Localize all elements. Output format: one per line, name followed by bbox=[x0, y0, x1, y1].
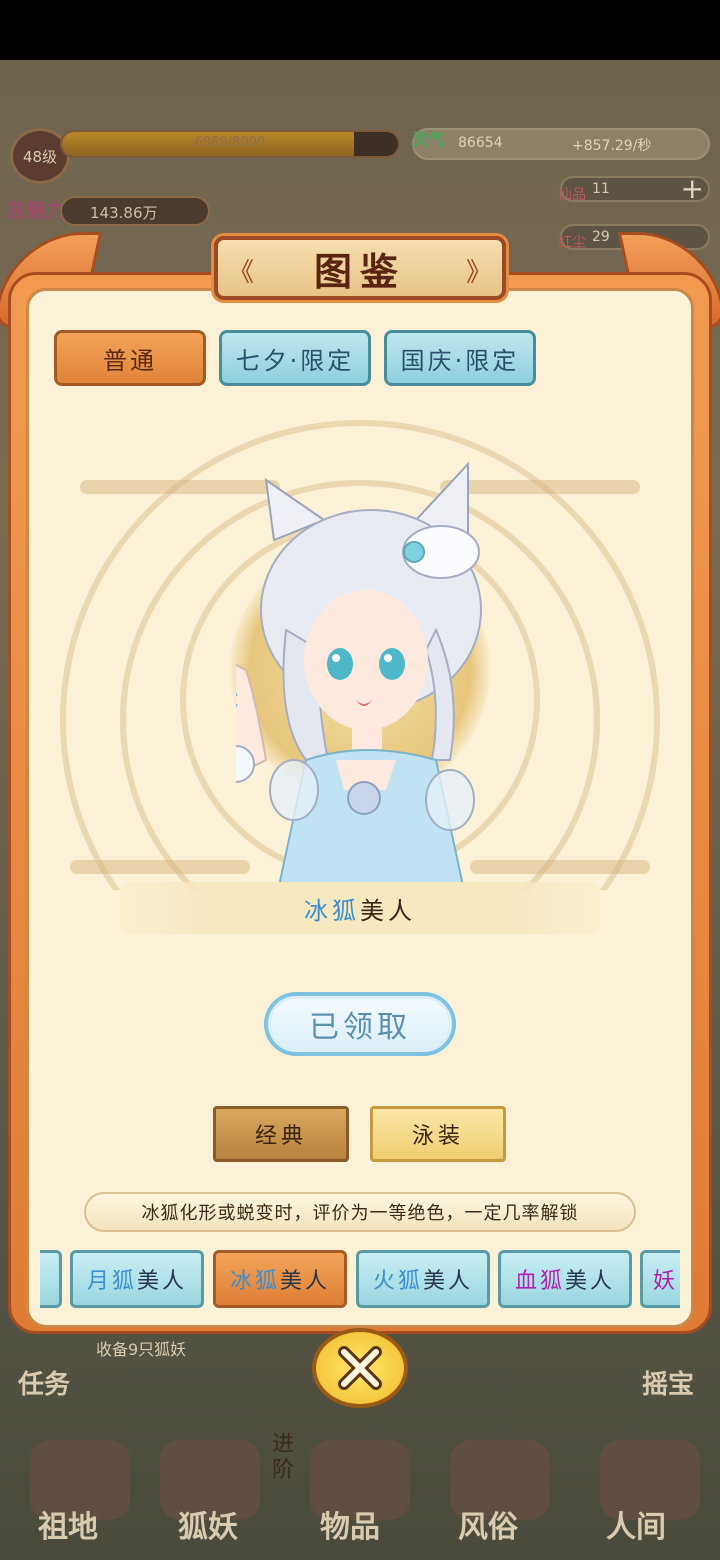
claimed-button[interactable]: 已领取 bbox=[264, 992, 456, 1056]
char-tab-fire-fox[interactable]: 火狐 美人 bbox=[356, 1250, 490, 1308]
char-tab-fire-prefix: 火狐 bbox=[372, 1269, 423, 1294]
xianpin-value: 11 bbox=[592, 181, 610, 197]
character-name-plate: 冰狐 美人 bbox=[120, 882, 600, 934]
close-icon bbox=[338, 1346, 382, 1390]
char-tab-prev[interactable] bbox=[40, 1250, 62, 1308]
skin-classic-label: 经典 bbox=[254, 1124, 307, 1149]
char-tab-blood-fox[interactable]: 血狐 美人 bbox=[498, 1250, 632, 1308]
xianpin-label: 仙品 bbox=[558, 187, 586, 203]
tab-guoqing-limited[interactable]: 国庆·限定 bbox=[384, 330, 536, 386]
char-tab-fire-suffix: 美人 bbox=[423, 1269, 474, 1294]
lingqi-bar: 灵气 86654 +857.29/秒 bbox=[412, 128, 710, 160]
char-tab-moon-prefix: 月狐 bbox=[86, 1269, 137, 1294]
lingqi-label: 灵气 bbox=[412, 130, 445, 149]
character-name-prefix: 冰狐 bbox=[304, 896, 360, 925]
char-tab-yao[interactable]: 妖 bbox=[640, 1250, 680, 1308]
skin-classic-button[interactable]: 经典 bbox=[213, 1106, 349, 1162]
char-tab-blood-suffix: 美人 bbox=[565, 1269, 616, 1294]
nav-huyao[interactable]: 狐妖 bbox=[178, 1502, 238, 1546]
char-tab-moon-fox[interactable]: 月狐 美人 bbox=[70, 1250, 204, 1308]
nav-fengsu[interactable]: 风俗 bbox=[458, 1502, 518, 1546]
skin-swimsuit-button[interactable]: 泳装 bbox=[370, 1106, 506, 1162]
ice-fox-beauty-portrait bbox=[236, 461, 482, 890]
charm-label: 总魅力 bbox=[6, 198, 66, 222]
treasure-label[interactable]: 摇宝 bbox=[642, 1364, 694, 1401]
tab-qixi-label: 七夕·限定 bbox=[235, 346, 355, 375]
character-name-suffix: 美人 bbox=[360, 896, 416, 925]
unlock-description-text: 冰狐化形或蜕变时，评价为一等绝色，一定几率解锁 bbox=[141, 1203, 579, 1224]
dialog-title: 图鉴 bbox=[313, 248, 406, 294]
bottom-nav: 祖地 狐妖 物品 风俗 人间 bbox=[0, 1420, 720, 1560]
character-stage bbox=[40, 420, 680, 890]
character-tabs-strip[interactable]: 月狐 美人 冰狐 美人 火狐 美人 血狐 美人 妖 bbox=[40, 1246, 680, 1312]
tab-qixi-limited[interactable]: 七夕·限定 bbox=[219, 330, 371, 386]
charm-bar: 143.86万 bbox=[60, 196, 210, 226]
plus-icon[interactable]: + bbox=[681, 172, 704, 205]
nav-wupin[interactable]: 物品 bbox=[320, 1502, 380, 1546]
status-bar bbox=[0, 0, 720, 60]
task-label[interactable]: 任务 bbox=[18, 1364, 70, 1401]
claimed-button-label: 已领取 bbox=[309, 1010, 411, 1045]
nav-zudi[interactable]: 祖地 bbox=[38, 1502, 98, 1546]
cloud-streak-bottom-left bbox=[70, 860, 250, 874]
dialog-title-plate: 图鉴 bbox=[214, 236, 506, 300]
char-tab-blood-prefix: 血狐 bbox=[514, 1269, 565, 1294]
tab-normal-label: 普通 bbox=[103, 346, 157, 375]
exp-bar: 6989/8000 bbox=[60, 130, 400, 158]
char-tab-ice-fox[interactable]: 冰狐 美人 bbox=[213, 1250, 347, 1308]
lingqi-rate: +857.29/秒 bbox=[572, 138, 652, 154]
lingqi-value: 86654 bbox=[458, 135, 503, 151]
unlock-description: 冰狐化形或蜕变时，评价为一等绝色，一定几率解锁 bbox=[84, 1192, 636, 1232]
nav-renjian[interactable]: 人间 bbox=[606, 1502, 666, 1546]
tab-normal[interactable]: 普通 bbox=[54, 330, 206, 386]
char-tab-yao-prefix: 妖 bbox=[653, 1269, 679, 1294]
level-text: 48级 bbox=[22, 147, 58, 166]
char-tab-moon-suffix: 美人 bbox=[137, 1269, 188, 1294]
exp-text: 6989/8000 bbox=[194, 135, 266, 150]
charm-value: 143.86万 bbox=[90, 204, 158, 222]
advance-label[interactable]: 进阶 bbox=[272, 1432, 296, 1484]
char-tab-ice-suffix: 美人 bbox=[280, 1269, 331, 1294]
skin-swimsuit-label: 泳装 bbox=[411, 1124, 464, 1149]
tab-guoqing-label: 国庆·限定 bbox=[400, 346, 520, 375]
xianpin-bar[interactable]: 仙品 11 + bbox=[558, 172, 710, 205]
char-tab-ice-prefix: 冰狐 bbox=[229, 1269, 280, 1294]
close-button[interactable] bbox=[312, 1328, 408, 1408]
